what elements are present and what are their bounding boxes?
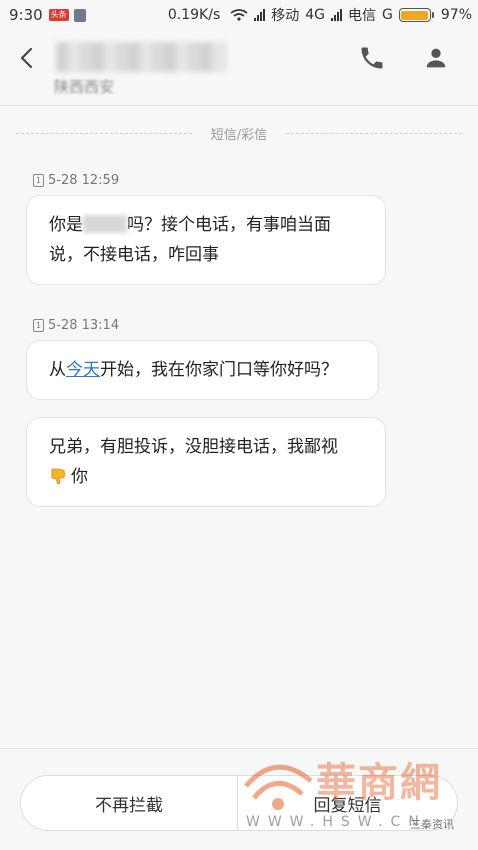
redacted-name	[83, 215, 127, 233]
message-bubble[interactable]: 从今天开始，我在你家门口等你好吗？	[26, 340, 379, 400]
message-text: 吗？接个电话，有事咱当面	[127, 215, 331, 235]
contact-location: 陕西西安	[54, 78, 115, 96]
timestamp-text: 5-28 13:14	[48, 318, 120, 333]
message-text: 你	[71, 467, 88, 487]
message-line: 从今天开始，我在你家门口等你好吗？	[49, 355, 356, 385]
status-time: 9:30	[9, 6, 43, 24]
contact-profile-button[interactable]	[422, 44, 450, 72]
carrier2-type: G	[382, 7, 393, 23]
message-text: 从	[49, 360, 66, 380]
network-speed: 0.19K/s	[167, 7, 221, 23]
watermark-wechat: 三秦资讯	[410, 818, 454, 831]
message-text: 你是	[49, 215, 83, 235]
conversation-header: 陕西西安	[0, 30, 478, 106]
notification-icon	[73, 8, 86, 22]
message-type-divider: 短信/彩信	[16, 124, 462, 143]
person-icon	[426, 48, 446, 68]
message-bubble[interactable]: 兄弟，有胆投诉，没胆接电话，我鄙视 你	[26, 417, 386, 507]
timestamp-group-1: 1 5-28 12:59	[33, 173, 119, 188]
carrier1-label: 移动	[271, 8, 300, 24]
phone-icon	[361, 47, 383, 69]
carrier2-label: 电信	[348, 8, 377, 24]
message-line: 说，不接电话，咋回事	[49, 245, 219, 265]
back-button[interactable]	[12, 44, 40, 72]
signal-icon	[254, 9, 266, 21]
message-text: 开始，我在你家门口等你好吗？	[100, 360, 338, 380]
chevron-left-icon	[20, 47, 33, 69]
contact-name-redacted	[56, 42, 226, 72]
date-link[interactable]: 今天	[66, 360, 100, 380]
sim-card-icon: 1	[33, 174, 44, 187]
message-line: 兄弟，有胆投诉，没胆接电话，我鄙视	[49, 437, 338, 457]
battery-fill	[401, 10, 428, 20]
message-line: 你	[49, 462, 363, 492]
battery-icon	[398, 8, 434, 22]
signal-icon-2	[331, 9, 343, 21]
watermark-url: WWW.HSW.CN	[246, 814, 427, 830]
battery-percent: 97%	[440, 7, 472, 23]
sim-card-icon: 1	[33, 319, 44, 332]
news-app-icon: 头条	[48, 9, 69, 21]
timestamp-text: 5-28 12:59	[48, 173, 120, 188]
message-bubble[interactable]: 你是 吗？接个电话，有事咱当面 说，不接电话，咋回事	[26, 195, 386, 285]
divider-label: 短信/彩信	[210, 127, 268, 143]
status-right: 0.19K/s 移动 4G 电信 G 97%	[168, 0, 472, 30]
call-button[interactable]	[358, 44, 386, 72]
message-line: 你是 吗？接个电话，有事咱当面	[49, 210, 363, 240]
timestamp-group-2: 1 5-28 13:14	[33, 318, 119, 333]
watermark-logo-text: 華商網	[316, 759, 442, 806]
unblock-button[interactable]: 不再拦截	[20, 775, 238, 831]
network-type: 4G	[305, 7, 326, 23]
status-bar: 9:30 头条 0.19K/s 移动 4G 电信 G 97%	[0, 0, 478, 30]
thumbs-down-emoji-icon	[51, 468, 66, 485]
wifi-icon	[230, 9, 248, 21]
